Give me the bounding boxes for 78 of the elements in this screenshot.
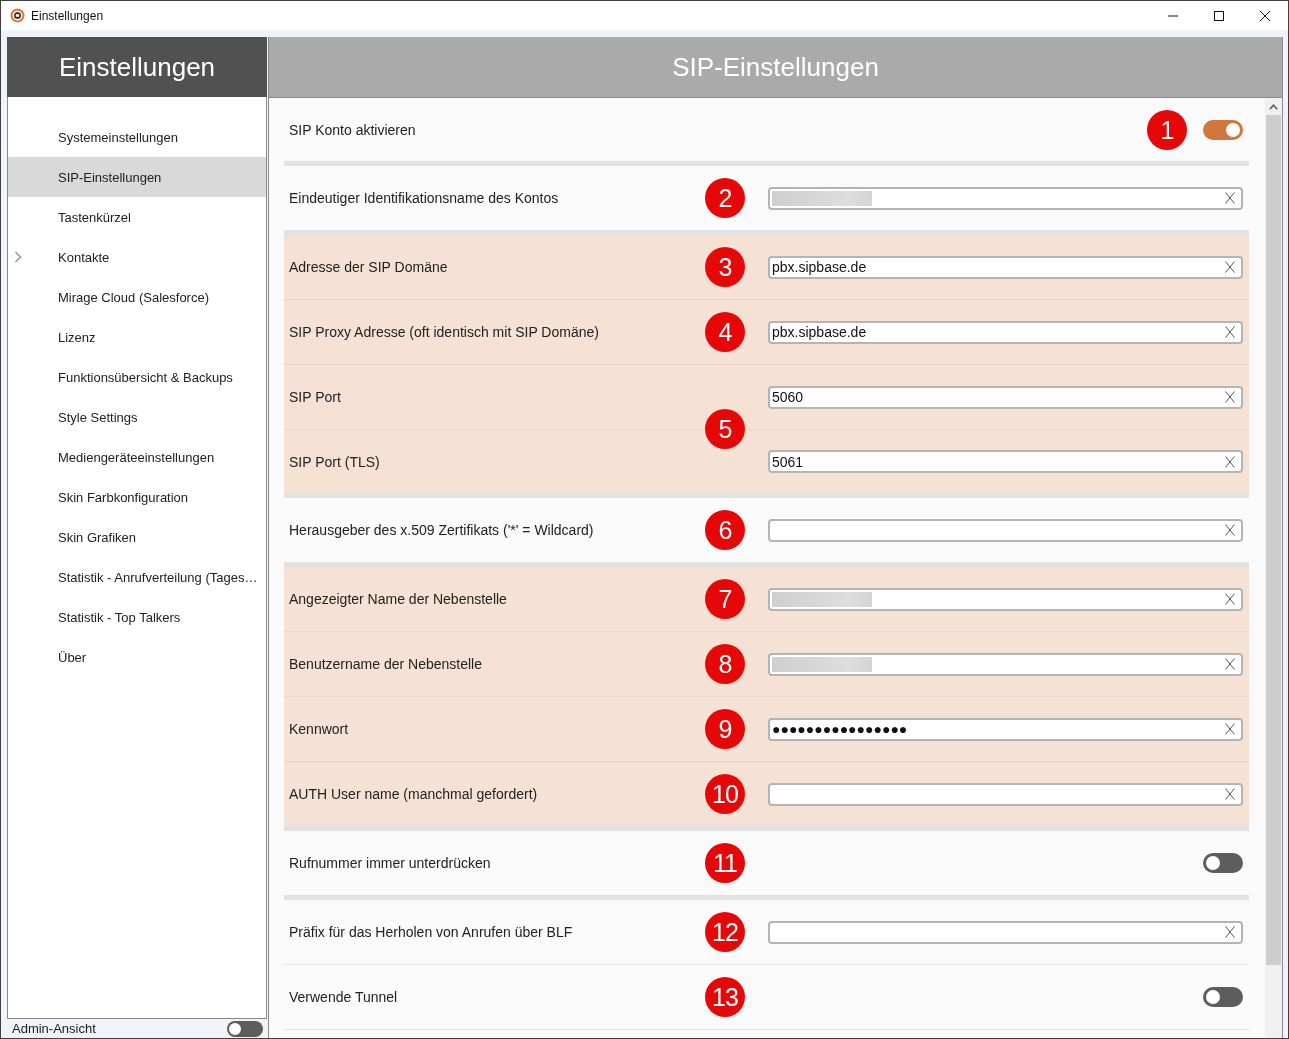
number-marker: 12 <box>705 912 745 952</box>
setting-label: Präfix für das Herholen von Anrufen über BLF <box>289 924 573 940</box>
app-logo-icon <box>10 8 25 23</box>
number-marker: 6 <box>705 510 745 550</box>
text-field[interactable]: 5061 <box>768 450 1243 473</box>
clear-icon[interactable] <box>1225 593 1235 605</box>
number-marker: 11 <box>705 843 745 883</box>
text-field[interactable] <box>768 652 1243 676</box>
clear-icon[interactable] <box>1225 391 1235 403</box>
admin-view-label: Admin-Ansicht <box>12 1021 96 1036</box>
toggle-switch[interactable] <box>1203 119 1243 140</box>
clear-icon[interactable] <box>1225 326 1235 338</box>
toggle-switch[interactable] <box>227 1020 263 1037</box>
sidebar-item[interactable]: Mediengeräteeinstellungen <box>8 437 266 477</box>
close-icon[interactable] <box>1260 10 1270 21</box>
sidebar-item[interactable]: Funktionsübersicht & Backups <box>8 357 266 397</box>
toggle-switch[interactable] <box>1203 853 1243 873</box>
setting-label: SIP Proxy Adresse (oft identisch mit SIP Domäne) <box>289 324 599 340</box>
scroll-up-icon[interactable] <box>1269 104 1278 110</box>
setting-label: Kennwort <box>289 721 349 737</box>
sidebar-item[interactable]: Skin Grafiken <box>8 517 266 557</box>
setting-label: Benutzername der Nebenstelle <box>289 656 482 672</box>
clear-icon[interactable] <box>1225 261 1235 273</box>
sidebar-item[interactable]: SIP-Einstellungen <box>8 157 266 197</box>
number-marker: 4 <box>705 312 745 352</box>
number-marker: 10 <box>705 774 745 814</box>
number-marker: 5 <box>705 409 745 449</box>
text-field[interactable] <box>768 518 1243 542</box>
setting-label: Herausgeber des x.509 Zertifikats ('*' = Wildcard) <box>289 522 594 538</box>
clear-icon[interactable] <box>1225 926 1235 938</box>
scrollbar-thumb[interactable] <box>1266 115 1281 965</box>
clear-icon[interactable] <box>1225 788 1235 800</box>
setting-label: SIP Konto aktivieren <box>289 121 416 138</box>
number-marker: 9 <box>705 709 745 749</box>
setting-label: SIP Port (TLS) <box>289 453 380 470</box>
sidebar-item[interactable]: Lizenz <box>8 317 266 357</box>
setting-label: Adresse der SIP Domäne <box>289 259 448 275</box>
text-field[interactable]: 5060 <box>768 385 1243 409</box>
window-title: Einstellungen <box>31 8 104 23</box>
maximize-icon[interactable] <box>1214 10 1224 21</box>
text-field[interactable]: pbx.sipbase.de <box>768 320 1243 344</box>
setting-label: Eindeutiger Identifikationsname des Kontos <box>289 190 559 206</box>
number-marker: 2 <box>705 178 745 218</box>
sidebar-title: Einstellungen <box>7 37 267 97</box>
text-field[interactable]: pbx.sipbase.de <box>768 255 1243 279</box>
text-field[interactable] <box>768 186 1243 210</box>
sidebar-item[interactable]: Tastenkürzel <box>8 197 266 237</box>
number-marker: 3 <box>705 247 745 287</box>
text-field[interactable] <box>768 782 1243 806</box>
setting-label: SIP Port <box>289 389 341 405</box>
scrollbar[interactable] <box>1265 98 1282 1038</box>
toggle-switch[interactable] <box>1203 987 1243 1007</box>
sidebar-item[interactable]: Systemeinstellungen <box>8 117 266 157</box>
text-field[interactable] <box>768 587 1243 611</box>
text-field[interactable] <box>768 920 1243 944</box>
setting-label: Angezeigter Name der Nebenstelle <box>289 591 507 607</box>
clear-icon[interactable] <box>1225 455 1235 468</box>
sidebar-item[interactable]: Über <box>8 637 266 677</box>
setting-label: AUTH User name (manchmal gefordert) <box>289 786 538 802</box>
sidebar-item[interactable]: Style Settings <box>8 397 266 437</box>
number-marker: 13 <box>705 977 745 1017</box>
chevron-right-icon[interactable] <box>14 251 22 263</box>
setting-label: Verwende Tunnel <box>289 989 398 1005</box>
number-marker: 1 <box>1147 109 1187 150</box>
sidebar-item[interactable]: Statistik - Top Talkers <box>8 597 266 637</box>
text-field[interactable]: ●●●●●●●●●●●●●●●● <box>768 717 1243 741</box>
clear-icon[interactable] <box>1225 658 1235 670</box>
panel-title: SIP-Einstellungen <box>269 37 1282 98</box>
sidebar-item[interactable]: Statistik - Anrufverteilung (Tages… <box>8 557 266 597</box>
number-marker: 8 <box>705 644 745 684</box>
clear-icon[interactable] <box>1225 192 1235 204</box>
setting-label: Rufnummer immer unterdrücken <box>289 855 491 871</box>
sidebar-item[interactable]: Skin Farbkonfiguration <box>8 477 266 517</box>
sidebar-item[interactable]: Mirage Cloud (Salesforce) <box>8 277 266 317</box>
clear-icon[interactable] <box>1225 723 1235 735</box>
clear-icon[interactable] <box>1225 524 1235 536</box>
sidebar-item[interactable]: Kontakte <box>8 237 266 277</box>
number-marker: 7 <box>705 579 745 619</box>
